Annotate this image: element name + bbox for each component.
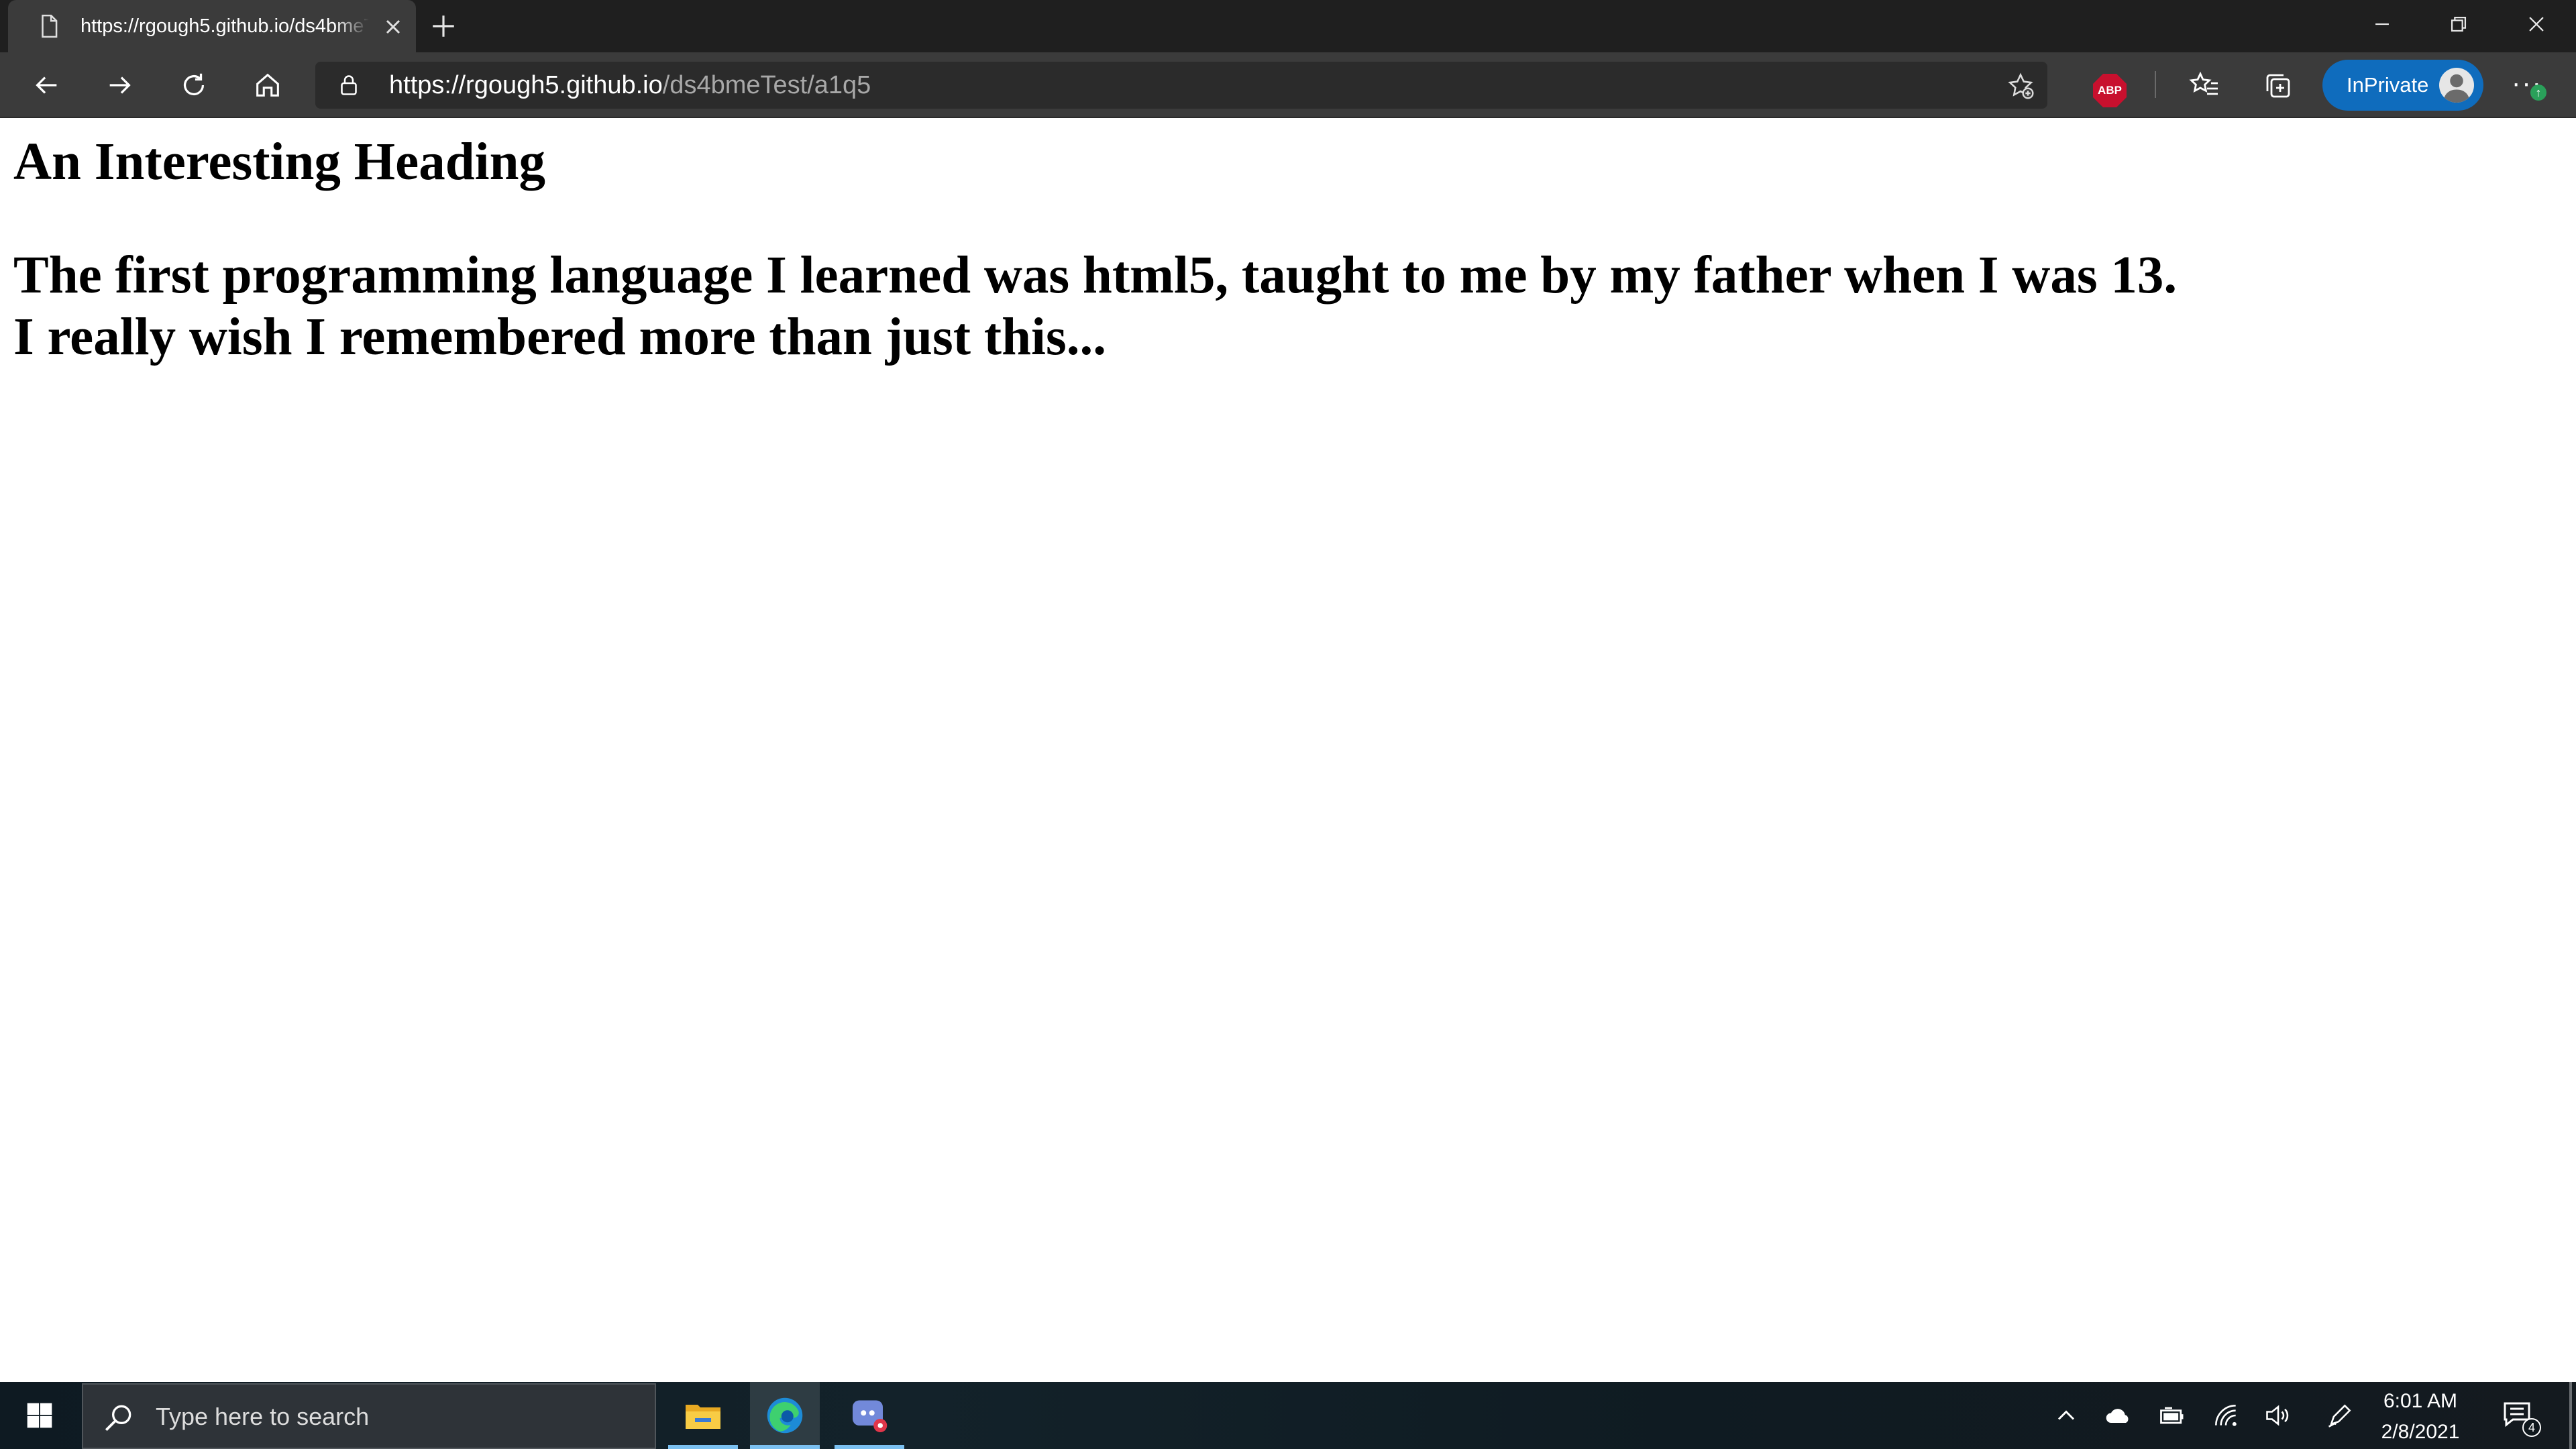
taskbar-search-box[interactable]: Type here to search	[82, 1383, 656, 1449]
inprivate-button[interactable]: InPrivate	[2322, 60, 2483, 111]
plus-icon[interactable]	[429, 12, 458, 40]
notification-count: 4	[2522, 1418, 2541, 1437]
pen-icon[interactable]	[2324, 1401, 2356, 1430]
edge-icon	[767, 1397, 803, 1434]
adblock-extension-button[interactable]: ABP	[2093, 74, 2127, 107]
page-heading: An Interesting Heading	[13, 133, 546, 191]
wifi-icon[interactable]	[2210, 1401, 2242, 1430]
windows-icon	[27, 1403, 52, 1428]
file-explorer-button[interactable]	[668, 1382, 738, 1449]
action-center-button[interactable]: 4	[2501, 1398, 2541, 1437]
clock-date: 2/8/2021	[2381, 1421, 2460, 1443]
refresh-button[interactable]	[174, 66, 213, 105]
running-indicator	[835, 1445, 904, 1449]
page-icon	[42, 14, 58, 38]
restore-icon	[2451, 16, 2467, 32]
file-explorer-icon	[686, 1405, 720, 1429]
page-content: An Interesting Heading The first program…	[0, 119, 2576, 1382]
minimize-button[interactable]	[2345, 0, 2419, 48]
start-button[interactable]	[0, 1382, 79, 1449]
avatar	[2439, 68, 2474, 103]
clock-time: 6:01 AM	[2383, 1390, 2458, 1412]
update-badge: ↑	[2530, 85, 2546, 101]
home-button[interactable]	[248, 66, 287, 105]
subheading-line-2: I really wish I remembered more than jus…	[13, 308, 1106, 366]
close-icon	[2529, 17, 2544, 32]
search-icon	[105, 1405, 131, 1432]
forward-icon	[109, 76, 131, 94]
home-icon	[256, 73, 279, 97]
back-button[interactable]	[27, 66, 66, 105]
lock-icon[interactable]	[337, 73, 361, 97]
running-indicator	[750, 1445, 820, 1449]
url-host: https://rgough5.github.io	[389, 71, 663, 99]
browser-window: https://rgough5.github.io/ds4bmeTest/a1q…	[0, 0, 2576, 1449]
abp-label: ABP	[2098, 84, 2122, 97]
profile-icon	[2443, 74, 2470, 103]
forward-button[interactable]	[101, 66, 140, 105]
toolbar-divider	[2155, 71, 2156, 98]
battery-icon[interactable]	[2156, 1401, 2188, 1430]
close-window-button[interactable]	[2500, 0, 2573, 48]
tab-strip: https://rgough5.github.io/ds4bmeTest/a1q…	[0, 0, 2576, 52]
system-clock[interactable]: 6:01 AM 2/8/2021	[2373, 1386, 2467, 1446]
refresh-icon	[183, 73, 205, 96]
chevron-up-icon[interactable]	[2050, 1401, 2082, 1430]
inprivate-label: InPrivate	[2347, 73, 2429, 97]
show-desktop-button[interactable]	[2569, 1382, 2572, 1449]
favorites-icon[interactable]	[2188, 70, 2220, 102]
close-icon[interactable]	[381, 15, 405, 39]
minimize-icon	[2375, 23, 2389, 25]
search-placeholder: Type here to search	[156, 1403, 370, 1430]
tab-title: https://rgough5.github.io/ds4bmeTest/a1q…	[80, 15, 369, 37]
discord-button[interactable]	[835, 1382, 904, 1449]
running-indicator	[668, 1445, 738, 1449]
edge-button[interactable]	[750, 1382, 820, 1449]
url-path: /ds4bmeTest/a1q5	[662, 71, 871, 99]
active-tab[interactable]: https://rgough5.github.io/ds4bmeTest/a1q…	[8, 0, 416, 52]
taskbar: Type here to search 6:01 AM 2/8/2021 4	[0, 1382, 2576, 1449]
app-icon	[853, 1400, 888, 1432]
address-bar[interactable]: https://rgough5.github.io/ds4bmeTest/a1q…	[315, 62, 2047, 109]
url-text[interactable]: https://rgough5.github.io/ds4bmeTest/a1q…	[389, 62, 871, 109]
restore-button[interactable]	[2422, 0, 2496, 48]
page-subheading: The first programming language I learned…	[13, 245, 2177, 368]
onedrive-icon[interactable]	[2102, 1401, 2135, 1430]
back-icon	[36, 76, 57, 94]
add-favorite-icon[interactable]	[2006, 71, 2035, 101]
collections-icon[interactable]	[2262, 70, 2294, 102]
settings-more-button[interactable]: ··· ↑	[2509, 70, 2549, 103]
volume-icon[interactable]	[2262, 1401, 2294, 1430]
subheading-line-1: The first programming language I learned…	[13, 246, 2178, 305]
